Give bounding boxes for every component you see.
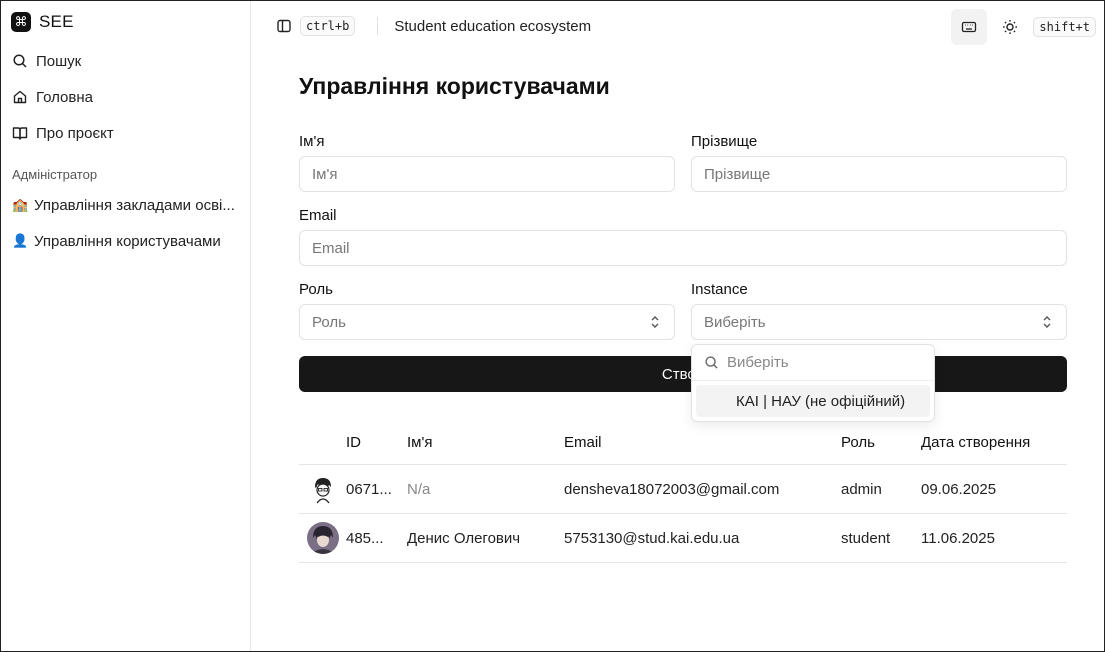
instance-label: Instance [691, 281, 748, 298]
email-label: Email [299, 207, 337, 224]
last-name-label: Прізвище [691, 133, 758, 150]
avatar [307, 473, 339, 505]
cell-id: 485... [346, 529, 384, 547]
home-icon [13, 90, 27, 104]
cell-id: 0671... [346, 480, 392, 498]
role-select-value: Роль [312, 313, 346, 331]
avatar-cell [299, 473, 346, 505]
sidebar-item-label: Управління закладами осві... [34, 196, 235, 214]
theme-toggle-button[interactable] [995, 9, 1025, 45]
sidebar-shortcut-badge: ctrl+b [300, 16, 356, 36]
cell-email: densheva18072003@gmail.com [564, 480, 780, 498]
sidebar-item-label: Управління користувачами [34, 232, 221, 250]
column-header-id[interactable]: ID [346, 434, 407, 451]
sidebar: ⌘ SEE Пошук Головна Про проєкт Адміністр… [1, 1, 251, 651]
page-title: Управління користувачами [299, 73, 610, 99]
table-header: ID Ім'я Email Роль Дата створення [299, 421, 1067, 465]
instance-select[interactable]: Виберіть [691, 304, 1067, 340]
instance-option[interactable]: КАІ | НАУ (не офіційний) [696, 385, 930, 417]
email-input[interactable]: Email [299, 230, 1067, 266]
sidebar-item-label: Головна [36, 88, 93, 106]
cell-role: admin [841, 480, 882, 498]
user-icon: 👤 [12, 233, 29, 248]
sidebar-item-home[interactable]: Головна [1, 79, 250, 115]
role-label: Роль [299, 281, 333, 298]
instance-search-input[interactable]: Виберіть [692, 345, 934, 381]
header-actions: shift+t [951, 9, 1096, 45]
cell-role: student [841, 529, 891, 547]
brand[interactable]: ⌘ SEE [1, 9, 250, 35]
app-title: Student education ecosystem [394, 17, 592, 35]
brand-name: SEE [39, 12, 74, 31]
last-name-input[interactable]: Прізвище [691, 156, 1067, 192]
chevrons-up-down-icon [651, 316, 659, 328]
top-header: ctrl+b Student education ecosystem shift… [252, 1, 1104, 51]
search-icon [705, 356, 718, 369]
cell-created: 09.06.2025 [921, 480, 997, 498]
table-row[interactable]: 485... Денис Олегович 5753130@stud.kai.e… [299, 514, 1067, 563]
command-logo-icon: ⌘ [11, 12, 31, 32]
search-icon [13, 54, 27, 68]
cell-email: 5753130@stud.kai.edu.ua [564, 529, 740, 547]
cell-name: Денис Олегович [407, 529, 521, 547]
sidebar-item-users[interactable]: 👤 Управління користувачами [1, 223, 250, 259]
cell-created: 11.06.2025 [921, 529, 995, 547]
sidebar-toggle-icon [277, 19, 291, 33]
school-icon: 🏫 [12, 197, 29, 212]
column-header-role[interactable]: Роль [841, 434, 921, 451]
sidebar-item-about[interactable]: Про проєкт [1, 115, 250, 151]
chevrons-up-down-icon [1043, 316, 1051, 328]
role-select[interactable]: Роль [299, 304, 675, 340]
column-header-created[interactable]: Дата створення [921, 434, 1067, 451]
sidebar-item-label: Про проєкт [36, 124, 114, 142]
column-header-email[interactable]: Email [564, 434, 841, 451]
cell-name: N/a [407, 480, 431, 498]
avatar [307, 522, 339, 554]
sidebar-item-institutions[interactable]: 🏫 Управління закладами осві... [1, 187, 250, 223]
sidebar-toggle-button[interactable] [276, 18, 292, 34]
first-name-input[interactable]: Ім'я [299, 156, 675, 192]
table-row[interactable]: 0671... N/a densheva18072003@gmail.com a… [299, 465, 1067, 514]
instance-search-placeholder: Виберіть [727, 354, 789, 371]
keyboard-icon [962, 21, 977, 33]
column-header-name[interactable]: Ім'я [407, 434, 564, 451]
header-divider [377, 17, 379, 35]
sun-icon [1003, 20, 1018, 34]
book-icon [12, 127, 28, 140]
sidebar-item-search[interactable]: Пошук [1, 43, 250, 79]
create-user-button[interactable]: Створ [299, 356, 1067, 392]
users-table: ID Ім'я Email Роль Дата створення 0671..… [299, 421, 1067, 563]
instance-select-value: Виберіть [704, 313, 766, 331]
sidebar-nav: Пошук Головна Про проєкт [1, 43, 250, 151]
first-name-label: Ім'я [299, 133, 325, 150]
theme-shortcut-badge: shift+t [1033, 17, 1096, 37]
keyboard-shortcuts-button[interactable] [951, 9, 988, 45]
instance-dropdown: Виберіть КАІ | НАУ (не офіційний) [691, 344, 935, 422]
sidebar-section-label: Адміністратор [12, 167, 98, 182]
sidebar-item-label: Пошук [36, 52, 82, 70]
avatar-cell [299, 522, 346, 554]
